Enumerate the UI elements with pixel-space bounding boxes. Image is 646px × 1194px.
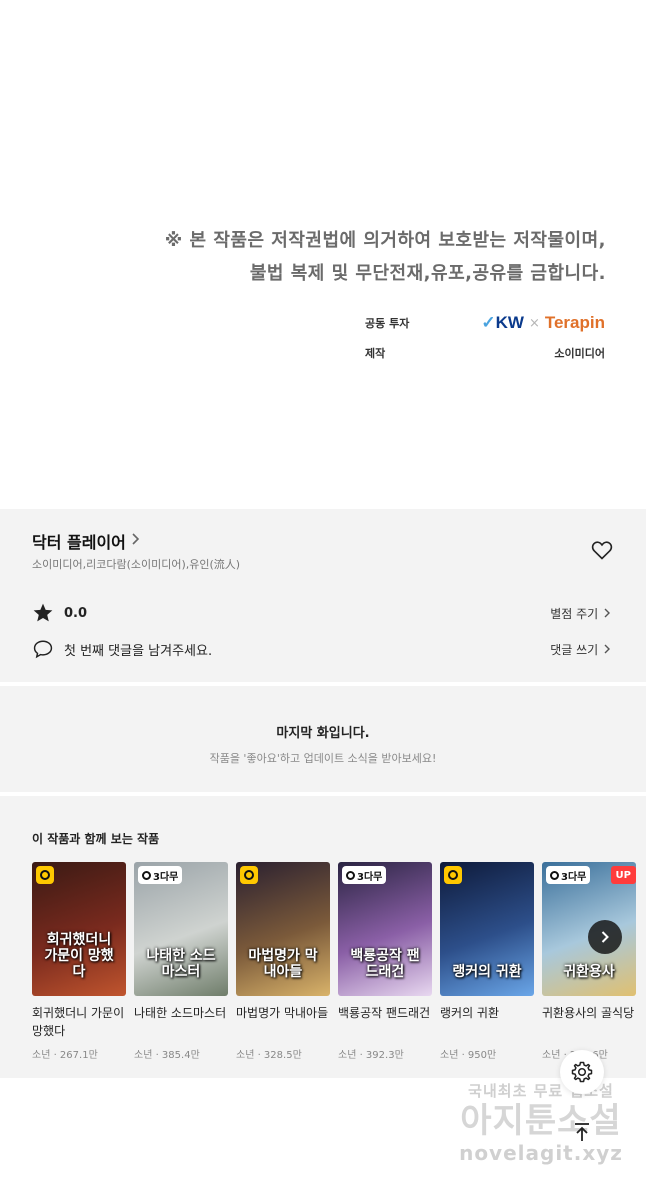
cover-badges [240, 866, 258, 884]
gear-icon [571, 1061, 593, 1083]
scroll-top-button[interactable] [560, 1110, 604, 1154]
recommendation-title[interactable]: 마법명가 막내아들 [236, 1004, 330, 1040]
last-episode-notice: 마지막 화입니다. 작품을 '좋아요'하고 업데이트 소식을 받아보세요! [0, 686, 646, 792]
production-row: 제작 소이미디어 [365, 338, 605, 368]
recommendation-meta: 소년 · 267.1만 [32, 1050, 98, 1061]
cover-badges: 3다무 [546, 866, 591, 884]
copyright-line-1: ※ 본 작품은 저작권법에 의거하여 보호받는 저작물이며, [164, 230, 606, 251]
watermark-line-3: novelagit.xyz [459, 1141, 623, 1165]
cover-title-art: 회귀했더니 가문이 망했다 [44, 932, 114, 980]
recommendation-meta: 소년 · 950만 [440, 1050, 497, 1061]
clock-icon [550, 870, 559, 880]
coinvest-row: 공동 투자 ✓KW × Terapin [365, 308, 605, 338]
recommendations-section: 이 작품과 함께 보는 작품 회귀했더니 가문이 망했다 회귀했더니 가문이 망했… [0, 796, 646, 1078]
cover-thumbnail[interactable]: 3다무나태한 소드마스터 [134, 862, 228, 996]
work-info-panel: 닥터 플레이어 소이미디어,리코다람(소이미디어),유인(流人) 0.0 별점 … [0, 509, 646, 682]
last-episode-title: 마지막 화입니다. [276, 726, 370, 741]
rating-value: 0.0 [64, 605, 88, 621]
chevron-right-icon [130, 533, 140, 549]
clock-icon [36, 866, 54, 884]
carousel-next-button[interactable] [588, 920, 622, 954]
comment-prompt: 첫 번째 댓글을 남겨주세요. [64, 643, 213, 659]
cover-title-art: 나태한 소드마스터 [146, 948, 216, 980]
wait-free-badge: 3다무 [342, 866, 387, 884]
arrow-up-icon [575, 1123, 589, 1141]
recommendation-list: 회귀했더니 가문이 망했다 회귀했더니 가문이 망했다 소년 · 267.1만 3다무… [32, 862, 636, 1061]
recommendations-heading: 이 작품과 함께 보는 작품 [32, 832, 160, 846]
cover-thumbnail[interactable]: 랭커의 귀환 [440, 862, 534, 996]
clock-icon [444, 866, 462, 884]
recommendation-card[interactable]: 3다무UP귀환용사귀환용사의 골식당소년 · 266.6만 [542, 862, 636, 1061]
chevron-right-icon [604, 644, 610, 653]
work-authors: 소이미디어,리코다람(소이미디어),유인(流人) [32, 558, 241, 571]
production-label: 제작 [365, 347, 386, 360]
recommendation-card[interactable]: 3다무 백룡공작 팬드래건 백룡공작 팬드래건 소년 · 392.3만 [338, 862, 432, 1061]
write-comment-label: 댓글 쓰기 [550, 642, 599, 657]
copyright-line-2: 불법 복제 및 무단전재,유포,공유를 금합니다. [249, 263, 606, 284]
site-watermark: 국내최초 무료 웹소설 아지툰소설 novelagit.xyz [446, 1080, 636, 1165]
watermark-line-1: 국내최초 무료 웹소설 [468, 1082, 614, 1100]
watermark-line-2: 아지툰소설 [460, 1101, 622, 1141]
recommendation-title[interactable]: 백룡공작 팬드래건 [338, 1004, 432, 1040]
cover-badges [444, 866, 462, 884]
investor-logos: ✓KW × Terapin [481, 313, 605, 333]
settings-button[interactable] [560, 1050, 604, 1094]
copyright-notice-section: ※ 본 작품은 저작권법에 의거하여 보호받는 저작물이며, 불법 복제 및 무… [0, 0, 646, 509]
recommendation-title[interactable]: 랭커의 귀환 [440, 1004, 534, 1040]
clock-icon [346, 870, 355, 880]
last-episode-subtitle: 작품을 '좋아요'하고 업데이트 소식을 받아보세요! [209, 752, 437, 765]
recommendation-card[interactable]: 회귀했더니 가문이 망했다 회귀했더니 가문이 망했다 소년 · 267.1만 [32, 862, 126, 1061]
chevron-right-icon [604, 608, 610, 617]
comment-row: 첫 번째 댓글을 남겨주세요. 댓글 쓰기 [32, 638, 612, 660]
credits: 공동 투자 ✓KW × Terapin 제작 소이미디어 [365, 308, 605, 368]
cover-title-art: 귀환용사 [563, 964, 615, 980]
recommendation-title[interactable]: 나태한 소드마스터 [134, 1004, 228, 1040]
work-title: 닥터 플레이어 [32, 533, 126, 552]
terapin-logo: Terapin [544, 313, 605, 332]
wait-free-badge: 3다무 [546, 866, 591, 884]
cover-thumbnail[interactable]: 회귀했더니 가문이 망했다 [32, 862, 126, 996]
heart-icon[interactable] [590, 538, 614, 562]
recommendation-meta: 소년 · 392.3만 [338, 1050, 404, 1061]
rate-button-label: 별점 주기 [550, 606, 599, 621]
recommendation-card[interactable]: 랭커의 귀환 랭커의 귀환 소년 · 950만 [440, 862, 534, 1061]
cover-title-art: 마법명가 막내아들 [248, 948, 318, 980]
recommendation-title[interactable]: 회귀했더니 가문이 망했다 [32, 1004, 126, 1040]
cover-thumbnail[interactable]: 마법명가 막내아들 [236, 862, 330, 996]
rate-button[interactable]: 별점 주기 [550, 605, 612, 622]
rating-row: 0.0 별점 주기 [32, 602, 612, 624]
wait-free-badge: 3다무 [138, 866, 183, 884]
write-comment-button[interactable]: 댓글 쓰기 [550, 641, 612, 658]
recommendation-card[interactable]: 마법명가 막내아들 마법명가 막내아들 소년 · 328.5만 [236, 862, 330, 1061]
production-value: 소이미디어 [554, 347, 605, 360]
recommendation-title[interactable]: 귀환용사의 골식당 [542, 1004, 636, 1040]
cover-thumbnail[interactable]: 3다무백룡공작 팬드래건 [338, 862, 432, 996]
coinvest-label: 공동 투자 [365, 317, 410, 330]
recommendation-card[interactable]: 3다무 나태한 소드마스터 나태한 소드마스터 소년 · 385.4만 [134, 862, 228, 1061]
cover-badges: 3다무 [138, 866, 183, 884]
cover-badges: 3다무 [342, 866, 387, 884]
kw-logo-mark-icon: ✓ [481, 313, 496, 332]
cover-title-art: 랭커의 귀환 [452, 964, 522, 980]
cover-title-art: 백룡공작 팬드래건 [350, 948, 420, 980]
speech-bubble-icon [32, 638, 54, 660]
recommendation-meta: 소년 · 385.4만 [134, 1050, 200, 1061]
clock-icon [142, 870, 151, 880]
star-icon [32, 602, 54, 624]
kw-logo: ✓KW [481, 313, 524, 332]
work-title-link[interactable]: 닥터 플레이어 [32, 529, 140, 553]
up-badge: UP [610, 866, 636, 884]
chevron-right-icon [601, 931, 609, 943]
cover-badges [36, 866, 54, 884]
clock-icon [240, 866, 258, 884]
copyright-notice: ※ 본 작품은 저작권법에 의거하여 보호받는 저작물이며, 불법 복제 및 무… [165, 224, 606, 290]
recommendation-meta: 소년 · 328.5만 [236, 1050, 302, 1061]
logo-separator: × [528, 315, 540, 331]
